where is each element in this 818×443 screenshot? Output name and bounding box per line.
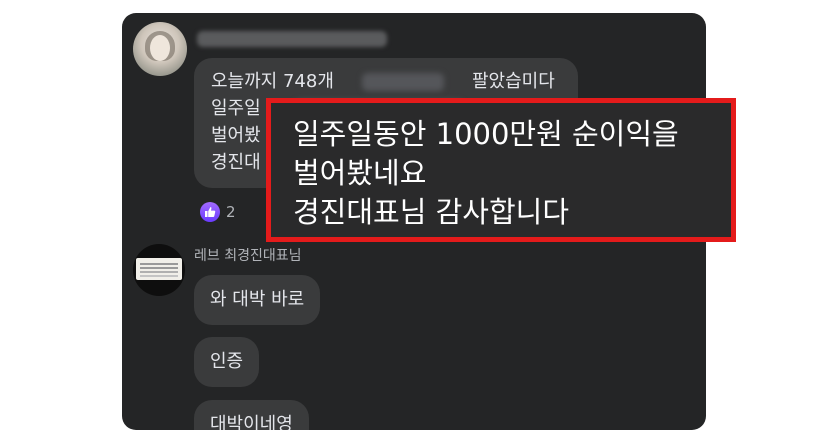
commenter-name-blurred[interactable] — [197, 31, 387, 47]
reply-author-avatar[interactable] — [133, 244, 185, 296]
comment-line: 팔았습미다 — [472, 71, 555, 92]
comment-line: 일주일 — [211, 98, 261, 119]
reply-bubble: 대박이네영 — [194, 400, 309, 430]
thumbs-up-icon — [205, 207, 216, 217]
highlight-callout: 일주일동안 1000만원 순이익을 벌어봤네요 경진대표님 감사합니다 — [266, 98, 736, 242]
reply-bubble: 와 대박 바로 — [194, 275, 321, 325]
redacted-text — [362, 73, 444, 91]
avatar-card-image — [136, 258, 182, 280]
reply-text: 와 대박 바로 — [210, 289, 305, 310]
commenter-avatar[interactable] — [133, 22, 187, 76]
reply-author-name[interactable]: 레브 최경진대표님 — [194, 246, 302, 266]
comment-line: 경진대 — [211, 152, 261, 173]
comment-line: 벌어봤 — [211, 125, 261, 146]
reaction-count: 2 — [226, 203, 236, 221]
reply-bubble: 인증 — [194, 337, 260, 387]
callout-line: 일주일동안 1000만원 순이익을 — [293, 117, 679, 151]
reply-text: 대박이네영 — [210, 414, 293, 430]
like-reaction-icon[interactable] — [200, 202, 220, 222]
reply-text: 인증 — [210, 351, 244, 372]
callout-line: 벌어봤네요 — [293, 156, 427, 190]
avatar-face — [150, 35, 170, 61]
comment-line: 오늘까지 748개 — [211, 71, 334, 92]
callout-line: 경진대표님 감사합니다 — [293, 195, 570, 229]
